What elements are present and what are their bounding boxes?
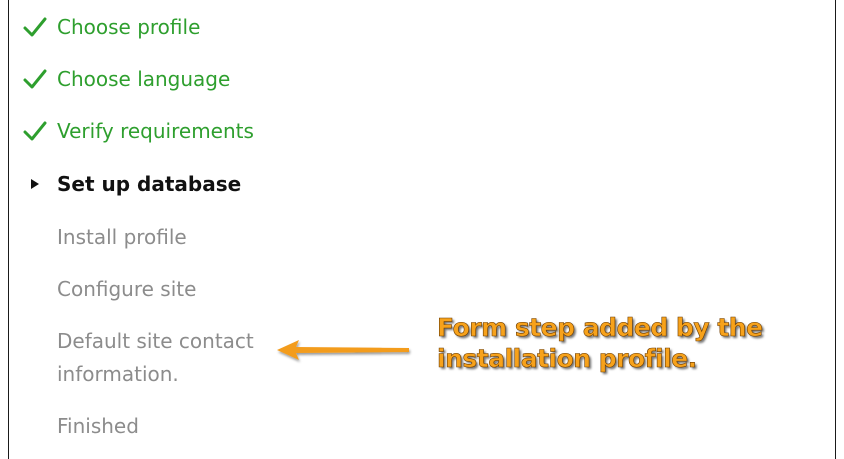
step-finished: Finished xyxy=(57,414,139,438)
step-install-profile: Install profile xyxy=(57,225,187,249)
annotation-line-1: Form step added by the xyxy=(437,313,764,343)
annotation-callout: Form step added by the installation prof… xyxy=(437,312,764,374)
step-choose-language: Choose language xyxy=(57,67,231,91)
step-configure-site: Configure site xyxy=(57,277,197,301)
step-set-up-database: Set up database xyxy=(57,172,242,196)
triangle-right-icon xyxy=(31,179,39,189)
step-choose-profile: Choose profile xyxy=(57,15,201,39)
annotation-line-2: installation profile. xyxy=(437,344,698,374)
checkmark-icon xyxy=(23,121,47,141)
arrow-left-icon xyxy=(277,340,409,360)
step-verify-requirements: Verify requirements xyxy=(57,119,254,143)
step-default-site-contact-line2: information. xyxy=(57,362,179,386)
checkmark-icon xyxy=(23,17,47,37)
step-default-site-contact-line1: Default site contact xyxy=(57,329,254,353)
checkmark-icon xyxy=(23,69,47,89)
